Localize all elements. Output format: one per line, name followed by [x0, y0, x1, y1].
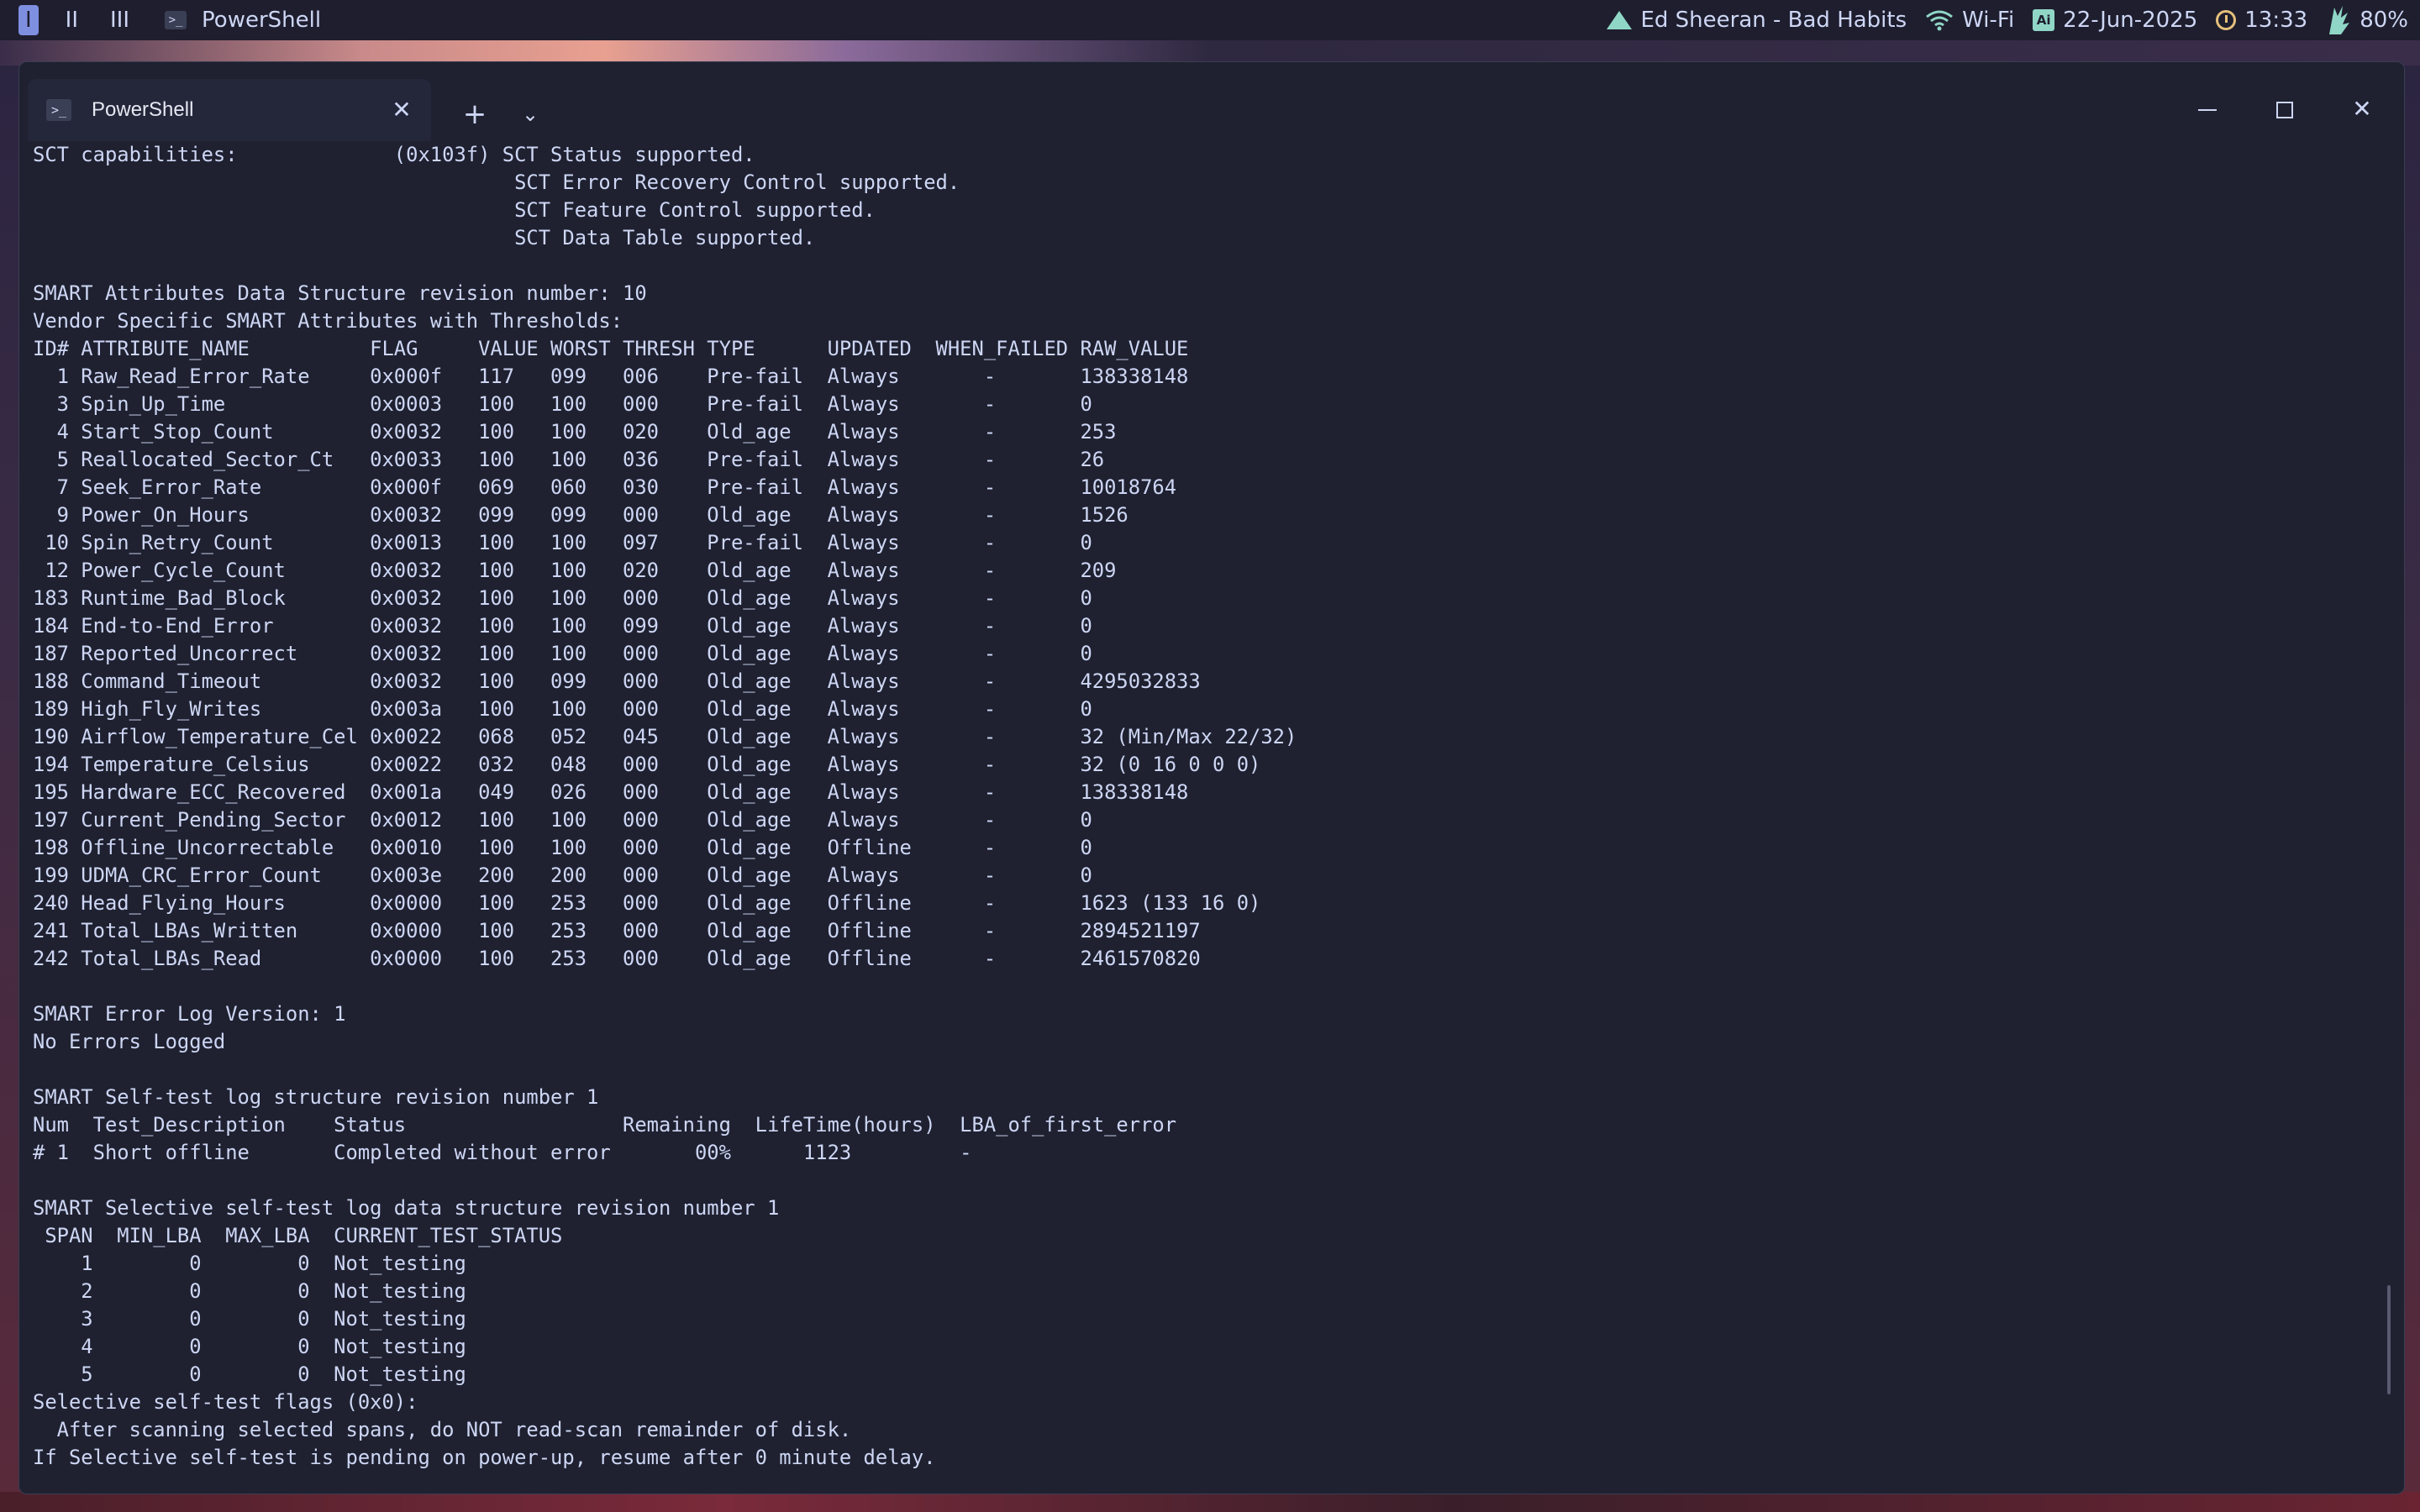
terminal-line: If Selective self-test is pending on pow…	[33, 1446, 936, 1469]
wifi-icon	[1926, 10, 1954, 31]
terminal-line: 190 Airflow_Temperature_Cel 0x0022 068 0…	[33, 725, 1297, 748]
terminal-line: Num Test_Description Status Remaining Li…	[33, 1113, 1177, 1137]
terminal-line: 188 Command_Timeout 0x0032 100 099 000 O…	[33, 669, 1201, 693]
terminal-line: 5 0 0 Not_testing	[33, 1362, 466, 1386]
terminal-line: 5 Reallocated_Sector_Ct 0x0033 100 100 0…	[33, 448, 1105, 471]
terminal-line: After scanning selected spans, do NOT re…	[33, 1418, 852, 1441]
top-status-bar: I II III >_ PowerShell Ed Sheeran - Bad …	[0, 0, 2420, 40]
wallpaper-bottom	[0, 1492, 2420, 1512]
terminal-line: 12 Power_Cycle_Count 0x0032 100 100 020 …	[33, 559, 1117, 582]
terminal-line: SMART Error Log Version: 1	[33, 1002, 346, 1026]
tab-powershell[interactable]: >_ PowerShell ✕	[28, 79, 431, 141]
terminal-line: 4 Start_Stop_Count 0x0032 100 100 020 Ol…	[33, 420, 1117, 444]
terminal-line: 189 High_Fly_Writes 0x003a 100 100 000 O…	[33, 697, 1092, 721]
battery-widget[interactable]: 80%	[2326, 4, 2408, 36]
network-widget[interactable]: Wi-Fi	[1925, 8, 2014, 33]
battery-icon	[2329, 6, 2350, 34]
minimize-icon	[2198, 109, 2217, 111]
terminal-line: 3 Spin_Up_Time 0x0003 100 100 000 Pre-fa…	[33, 392, 1092, 416]
terminal-output[interactable]: SCT capabilities: (0x103f) SCT Status su…	[33, 141, 2369, 1488]
terminal-line: 183 Runtime_Bad_Block 0x0032 100 100 000…	[33, 586, 1092, 610]
terminal-line: 199 UDMA_CRC_Error_Count 0x003e 200 200 …	[33, 864, 1092, 887]
terminal-line: 194 Temperature_Celsius 0x0022 032 048 0…	[33, 753, 1261, 776]
terminal-line: 241 Total_LBAs_Written 0x0000 100 253 00…	[33, 919, 1201, 942]
status-tray: Ed Sheeran - Bad Habits Wi-Fi Ai 22-Jun-…	[1607, 0, 2408, 40]
workspace-3[interactable]: III	[105, 5, 134, 35]
clock-widget[interactable]: 13:33	[2216, 8, 2307, 33]
media-title: Ed Sheeran - Bad Habits	[1640, 8, 1907, 33]
time-label: 13:33	[2244, 8, 2308, 33]
terminal-line: No Errors Logged	[33, 1030, 226, 1053]
terminal-line: 10 Spin_Retry_Count 0x0013 100 100 097 P…	[33, 531, 1092, 554]
terminal-line: 3 0 0 Not_testing	[33, 1307, 466, 1331]
music-icon	[1607, 11, 1633, 29]
profile-dropdown-button[interactable]: ⌄	[513, 97, 547, 131]
terminal-line: 9 Power_On_Hours 0x0032 099 099 000 Old_…	[33, 503, 1128, 527]
terminal-line: 184 End-to-End_Error 0x0032 100 100 099 …	[33, 614, 1092, 638]
workspace-2[interactable]: II	[60, 5, 83, 35]
maximize-icon	[2276, 102, 2293, 118]
close-window-button[interactable]: ✕	[2337, 84, 2387, 134]
tab-title: PowerShell	[92, 98, 194, 121]
terminal-line: SMART Self-test log structure revision n…	[33, 1085, 599, 1109]
scrollbar-thumb[interactable]	[2387, 1285, 2391, 1394]
terminal-line: SMART Attributes Data Structure revision…	[33, 281, 647, 305]
terminal-line: 198 Offline_Uncorrectable 0x0010 100 100…	[33, 836, 1092, 859]
network-label: Wi-Fi	[1962, 8, 2015, 33]
date-widget[interactable]: Ai 22-Jun-2025	[2033, 8, 2197, 33]
close-tab-icon[interactable]: ✕	[387, 96, 416, 124]
terminal-line: 7 Seek_Error_Rate 0x000f 069 060 030 Pre…	[33, 475, 1177, 499]
workspace-switcher: I II III	[18, 5, 134, 35]
terminal-line: 197 Current_Pending_Sector 0x0012 100 10…	[33, 808, 1092, 832]
calendar-icon: Ai	[2033, 9, 2055, 31]
terminal-line: 195 Hardware_ECC_Recovered 0x001a 049 02…	[33, 780, 1189, 804]
terminal-line: Vendor Specific SMART Attributes with Th…	[33, 309, 623, 333]
terminal-line: 4 0 0 Not_testing	[33, 1335, 466, 1358]
terminal-line: SCT Error Recovery Control supported.	[33, 171, 960, 194]
terminal-window: >_ PowerShell ✕ + ⌄ ✕ SCT capabilities: …	[18, 61, 2405, 1494]
minimize-button[interactable]	[2182, 84, 2233, 134]
maximize-button[interactable]	[2260, 84, 2310, 134]
workspace-1[interactable]: I	[18, 5, 39, 35]
terminal-line: SPAN MIN_LBA MAX_LBA CURRENT_TEST_STATUS	[33, 1224, 563, 1247]
terminal-line: Selective self-test flags (0x0):	[33, 1390, 418, 1414]
terminal-line: SCT capabilities: (0x103f) SCT Status su…	[33, 143, 755, 166]
tab-bar: >_ PowerShell ✕ + ⌄ ✕	[19, 62, 2404, 141]
new-tab-button[interactable]: +	[458, 97, 492, 131]
media-widget[interactable]: Ed Sheeran - Bad Habits	[1607, 8, 1907, 33]
powershell-icon: >_	[46, 99, 71, 121]
terminal-line: ID# ATTRIBUTE_NAME FLAG VALUE WORST THRE…	[33, 337, 1189, 360]
terminal-line: SCT Data Table supported.	[33, 226, 816, 249]
powershell-icon: >_	[165, 11, 187, 29]
terminal-line: # 1 Short offline Completed without erro…	[33, 1141, 972, 1164]
terminal-line: SMART Selective self-test log data struc…	[33, 1196, 780, 1220]
terminal-line: 187 Reported_Uncorrect 0x0032 100 100 00…	[33, 642, 1092, 665]
terminal-line: SCT Feature Control supported.	[33, 198, 876, 222]
focused-app: >_ PowerShell	[165, 8, 321, 33]
terminal-line: 2 0 0 Not_testing	[33, 1279, 466, 1303]
clock-icon	[2216, 10, 2237, 30]
terminal-line: 1 Raw_Read_Error_Rate 0x000f 117 099 006…	[33, 365, 1189, 388]
terminal-line: 1 0 0 Not_testing	[33, 1252, 466, 1275]
terminal-line: 240 Head_Flying_Hours 0x0000 100 253 000…	[33, 891, 1261, 915]
battery-label: 80%	[2360, 8, 2408, 33]
terminal-line: 242 Total_LBAs_Read 0x0000 100 253 000 O…	[33, 947, 1201, 970]
focused-app-title: PowerShell	[202, 8, 322, 33]
date-label: 22-Jun-2025	[2063, 8, 2198, 33]
